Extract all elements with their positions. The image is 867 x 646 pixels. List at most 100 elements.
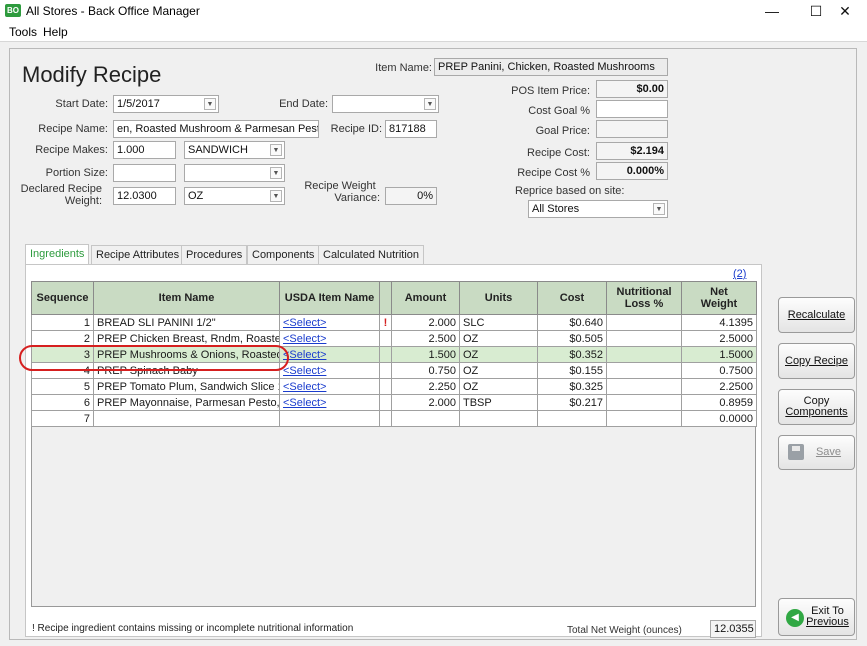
- header-amount[interactable]: Amount: [391, 281, 460, 315]
- table-row[interactable]: 6 PREP Mayonnaise, Parmesan Pesto, <Select…: [31, 394, 757, 411]
- minimize-button[interactable]: —: [750, 0, 794, 22]
- pos-price-label: POS Item Price:: [511, 85, 590, 97]
- cost-goal-label: Cost Goal %: [528, 105, 590, 117]
- tab-calculated-nutrition[interactable]: Calculated Nutrition: [318, 245, 424, 264]
- recipe-cost-label: Recipe Cost:: [527, 147, 590, 159]
- row-nutritional-loss[interactable]: [606, 330, 682, 347]
- help-link[interactable]: (2): [733, 268, 746, 280]
- copy-recipe-button[interactable]: Copy Recipe: [778, 343, 855, 379]
- row-amount[interactable]: 0.750: [391, 362, 460, 379]
- row-units[interactable]: OZ: [459, 330, 538, 347]
- reprice-site-select[interactable]: All Stores ▼: [528, 200, 668, 218]
- item-name-label: Item Name:: [375, 62, 432, 74]
- weight-variance-field: 0%: [385, 187, 437, 205]
- footer-note: ! Recipe ingredient contains missing or …: [32, 623, 354, 634]
- tab-ingredients[interactable]: Ingredients: [25, 244, 90, 265]
- recipe-makes-unit-select[interactable]: SANDWICH ▼: [184, 141, 285, 159]
- row-sequence: 7: [31, 410, 94, 427]
- row-usda-select[interactable]: <Select>: [279, 362, 380, 379]
- row-usda-select[interactable]: <Select>: [279, 378, 380, 395]
- copy-components-button[interactable]: Copy Components: [778, 389, 855, 425]
- row-usda-select[interactable]: <Select>: [279, 330, 380, 347]
- row-amount[interactable]: [391, 410, 460, 427]
- tab-components[interactable]: Components: [247, 245, 320, 264]
- header-cost[interactable]: Cost: [537, 281, 607, 315]
- header-nutritional-loss[interactable]: Nutritional Loss %: [606, 281, 682, 315]
- row-cost: [537, 410, 607, 427]
- row-amount[interactable]: 1.500: [391, 346, 460, 363]
- chevron-down-icon[interactable]: ▼: [270, 144, 282, 156]
- tab-procedures[interactable]: Procedures: [181, 245, 248, 264]
- row-nutritional-loss[interactable]: [606, 378, 682, 395]
- row-units[interactable]: OZ: [459, 362, 538, 379]
- tab-recipe-attributes[interactable]: Recipe Attributes: [91, 245, 185, 264]
- row-net-weight: 2.2500: [681, 378, 757, 395]
- row-nutritional-loss[interactable]: [606, 394, 682, 411]
- declared-weight-unit-select[interactable]: OZ ▼: [184, 187, 285, 205]
- portion-size-label: Portion Size:: [45, 167, 108, 179]
- pos-price-field: $0.00: [596, 80, 668, 98]
- row-item-name[interactable]: PREP Mayonnaise, Parmesan Pesto,: [93, 394, 280, 411]
- chevron-down-icon[interactable]: ▼: [653, 203, 665, 215]
- row-nutritional-loss[interactable]: [606, 346, 682, 363]
- exit-to-previous-button[interactable]: ◀ Exit To Previous: [778, 598, 855, 636]
- row-units[interactable]: SLC: [459, 314, 538, 331]
- chevron-down-icon[interactable]: ▼: [424, 98, 436, 110]
- usda-select-link[interactable]: <Select>: [283, 349, 326, 361]
- chevron-down-icon[interactable]: ▼: [204, 98, 216, 110]
- goal-price-field: [596, 120, 668, 138]
- usda-select-link[interactable]: <Select>: [283, 333, 326, 345]
- cost-goal-input[interactable]: [596, 100, 668, 118]
- usda-select-link[interactable]: <Select>: [283, 365, 326, 377]
- recipe-makes-unit-value: SANDWICH: [188, 144, 248, 156]
- header-sequence[interactable]: Sequence: [31, 281, 94, 315]
- row-item-name[interactable]: PREP Tomato Plum, Sandwich Slice 1/: [93, 378, 280, 395]
- header-units[interactable]: Units: [459, 281, 538, 315]
- usda-select-link[interactable]: <Select>: [283, 381, 326, 393]
- portion-size-input[interactable]: [113, 164, 176, 182]
- reprice-site-value: All Stores: [532, 203, 580, 215]
- row-usda-select[interactable]: <Select>: [279, 346, 380, 363]
- declared-weight-label: Declared Recipe: [20, 183, 102, 195]
- usda-select-link[interactable]: <Select>: [283, 317, 326, 329]
- row-units[interactable]: OZ: [459, 378, 538, 395]
- close-button[interactable]: ✕: [823, 0, 867, 22]
- row-units[interactable]: TBSP: [459, 394, 538, 411]
- table-row[interactable]: 7 0.0000: [31, 410, 757, 427]
- row-usda-select[interactable]: <Select>: [279, 394, 380, 411]
- row-nutritional-loss[interactable]: [606, 362, 682, 379]
- menu-tools[interactable]: Tools: [9, 25, 37, 39]
- start-date-field[interactable]: 1/5/2017 ▼: [113, 95, 219, 113]
- table-row[interactable]: 1 BREAD SLI PANINI 1/2" <Select>! 2.000 SLC $…: [31, 314, 757, 331]
- row-item-name[interactable]: [93, 410, 280, 427]
- recalculate-button[interactable]: Recalculate: [778, 297, 855, 333]
- row-usda-select[interactable]: <Select>: [279, 314, 380, 331]
- recipe-cost-pct-label: Recipe Cost %: [517, 167, 590, 179]
- row-amount[interactable]: 2.000: [391, 394, 460, 411]
- save-button[interactable]: Save: [778, 435, 855, 470]
- row-amount[interactable]: 2.000: [391, 314, 460, 331]
- row-amount[interactable]: 2.250: [391, 378, 460, 395]
- declared-weight-input[interactable]: 12.0300: [113, 187, 176, 205]
- table-row[interactable]: 5 PREP Tomato Plum, Sandwich Slice 1/<Sel…: [31, 378, 757, 395]
- recipe-name-input[interactable]: en, Roasted Mushroom & Parmesan Pesto: [113, 120, 319, 138]
- chevron-down-icon[interactable]: ▼: [270, 167, 282, 179]
- row-item-name[interactable]: BREAD SLI PANINI 1/2": [93, 314, 280, 331]
- portion-size-unit-select[interactable]: ▼: [184, 164, 285, 182]
- chevron-down-icon[interactable]: ▼: [270, 190, 282, 202]
- row-usda-select[interactable]: [279, 410, 380, 427]
- header-usda[interactable]: USDA Item Name: [279, 281, 380, 315]
- end-date-field[interactable]: ▼: [332, 95, 439, 113]
- menu-help[interactable]: Help: [43, 25, 68, 39]
- row-nutritional-loss[interactable]: [606, 410, 682, 427]
- row-units[interactable]: [459, 410, 538, 427]
- row-nutritional-loss[interactable]: [606, 314, 682, 331]
- exit-label-2: Previous: [806, 616, 849, 628]
- recipe-makes-input[interactable]: 1.000: [113, 141, 176, 159]
- header-nutritional-loss-2: Loss %: [624, 298, 664, 310]
- row-amount[interactable]: 2.500: [391, 330, 460, 347]
- row-units[interactable]: OZ: [459, 346, 538, 363]
- usda-select-link[interactable]: <Select>: [283, 397, 326, 409]
- header-item-name[interactable]: Item Name: [93, 281, 280, 315]
- header-net-weight[interactable]: Net Weight: [681, 281, 757, 315]
